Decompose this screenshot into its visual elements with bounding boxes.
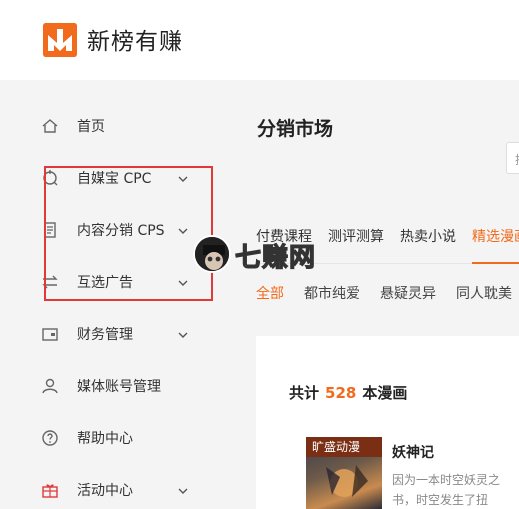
watermark-avatar (193, 235, 231, 273)
genre-filters: 全部 都市纯爱 悬疑灵异 同人耽美 (256, 283, 519, 303)
search-input[interactable]: 搜 (506, 142, 519, 174)
comic-count: 共计 528 本漫画 (289, 382, 407, 403)
sidebar-item-home[interactable]: 首页 (20, 106, 230, 146)
page-title: 分销市场 (257, 118, 334, 140)
sidebar-item-events[interactable]: 活动中心 (20, 470, 230, 509)
wallet-icon (40, 324, 60, 344)
tab-hot-novels[interactable]: 热卖小说 (400, 226, 456, 246)
count-prefix: 共计 (289, 384, 320, 402)
sidebar: 首页 自媒宝 CPC 内容分销 CPS 互选广告 财务管理 媒体账号管理 帮助中… (20, 100, 230, 509)
sidebar-item-label: 媒体账号管理 (77, 379, 161, 395)
filter-fan-fiction[interactable]: 同人耽美 (456, 283, 512, 303)
logo-mark-icon (43, 23, 77, 57)
user-icon (40, 376, 60, 396)
sidebar-item-help[interactable]: 帮助中心 (20, 418, 230, 458)
count-number: 528 (325, 384, 357, 402)
chevron-down-icon[interactable] (176, 483, 190, 497)
annotation-highlight-box (44, 166, 213, 301)
sidebar-item-label: 首页 (77, 119, 105, 135)
help-icon (40, 428, 60, 448)
brand-logo[interactable] (43, 23, 77, 57)
filter-suspense[interactable]: 悬疑灵异 (380, 283, 436, 303)
sidebar-item-label: 帮助中心 (77, 431, 133, 447)
watermark-text: 七赚网 (234, 242, 317, 273)
site-watermark: 七赚网 (193, 233, 333, 277)
home-icon (40, 116, 60, 136)
comic-cover[interactable]: 旷盛动漫 (306, 437, 382, 509)
sidebar-item-label: 活动中心 (77, 483, 133, 499)
tab-featured-comics[interactable]: 精选漫画 (472, 226, 519, 246)
sidebar-item-label: 财务管理 (77, 327, 133, 343)
comic-title[interactable]: 妖神记 (392, 442, 434, 462)
filter-urban-romance[interactable]: 都市纯爱 (304, 283, 360, 303)
sidebar-item-media-accounts[interactable]: 媒体账号管理 (20, 366, 230, 406)
cover-art-icon (326, 465, 368, 497)
sidebar-item-finance[interactable]: 财务管理 (20, 314, 230, 354)
comic-description: 因为一本时空妖灵之书，时空发生了扭 (392, 473, 501, 507)
count-suffix: 本漫画 (362, 384, 408, 402)
filter-all[interactable]: 全部 (256, 283, 284, 303)
top-header: 新榜有赚 (0, 0, 519, 80)
brand-name: 新榜有赚 (87, 29, 183, 55)
chevron-down-icon[interactable] (176, 327, 190, 341)
tab-evaluations[interactable]: 测评测算 (328, 226, 384, 246)
gift-icon (40, 480, 60, 500)
active-tab-indicator (472, 262, 519, 264)
comic-list-card: 共计 528 本漫画 旷盛动漫 妖神记 因为一本时空妖灵之书，时空发生了扭 (256, 336, 519, 509)
